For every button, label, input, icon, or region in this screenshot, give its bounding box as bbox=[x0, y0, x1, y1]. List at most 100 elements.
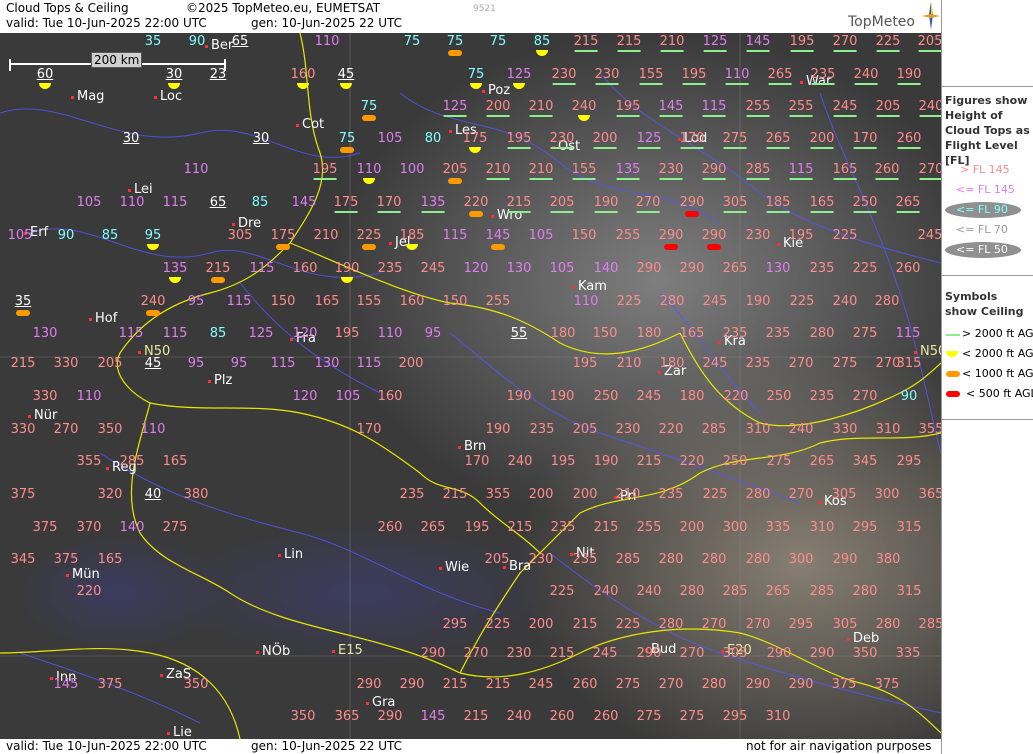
cloud-top-value: 170 bbox=[679, 131, 705, 149]
cloud-top-value: 85 bbox=[533, 34, 551, 49]
cloud-top-value: 85 bbox=[101, 228, 119, 243]
cloud-top-value: 230 bbox=[615, 422, 641, 437]
cloud-top-value: 115 bbox=[895, 326, 921, 341]
cloud-top-value: 290 bbox=[745, 677, 771, 692]
cloud-top-value: 280 bbox=[701, 552, 727, 567]
cloud-top-value: 250 bbox=[766, 389, 792, 404]
ceiling-1000-marker bbox=[448, 178, 462, 184]
cloud-top-value: 205 bbox=[442, 162, 468, 177]
cloud-top-value: 200 bbox=[679, 520, 705, 535]
cloud-top-value: 235 bbox=[810, 67, 836, 85]
cloud-top-value: 215 bbox=[573, 34, 599, 52]
cloud-top-value: 270 bbox=[788, 356, 814, 371]
city-label: Nür bbox=[27, 408, 58, 423]
cloud-top-value: 210 bbox=[616, 356, 642, 371]
cloud-top-value: 230 bbox=[745, 228, 771, 243]
cloud-top-value: 195 bbox=[506, 131, 532, 149]
legend-ceil-2000p: > 2000 ft AGL bbox=[962, 327, 1033, 340]
cloud-top-value: 250 bbox=[722, 454, 748, 469]
cloud-top-value: 285 bbox=[918, 617, 941, 632]
gen-time: gen: 10-Jun-2025 22 UTC bbox=[251, 16, 403, 30]
cloud-top-value: 220 bbox=[679, 454, 705, 469]
cloud-top-value: 375 bbox=[97, 677, 123, 692]
cloud-top-value: 110 bbox=[356, 162, 382, 177]
cloud-top-value: 90 bbox=[900, 389, 918, 404]
cloud-top-value: 225 bbox=[852, 261, 878, 276]
cloud-top-value: 105 bbox=[549, 261, 575, 276]
cloud-top-value: 115 bbox=[162, 195, 188, 210]
city-label: Ber bbox=[204, 38, 234, 53]
chart-title: Cloud Tops & Ceiling bbox=[6, 1, 129, 15]
cloud-top-value: 225 bbox=[789, 294, 815, 309]
cloud-top-value: 270 bbox=[635, 195, 661, 213]
cloud-top-value: 200 bbox=[528, 617, 554, 632]
cloud-top-value: 190 bbox=[745, 294, 771, 309]
cloud-top-value: 205 bbox=[549, 195, 575, 213]
cloud-top-value: 115 bbox=[356, 356, 382, 371]
cloud-top-value: 270 bbox=[852, 389, 878, 404]
cloud-top-value: 130 bbox=[506, 261, 532, 276]
ceiling-1000-marker bbox=[448, 50, 462, 56]
cloud-top-value: 140 bbox=[593, 261, 619, 276]
cloud-top-value: 110 bbox=[140, 422, 166, 437]
cloud-top-value: 310 bbox=[765, 709, 791, 724]
cloud-top-value: 275 bbox=[615, 677, 641, 692]
cloud-top-value: 165 bbox=[162, 454, 188, 469]
cloud-top-value: 170 bbox=[464, 454, 490, 469]
cloud-top-value: 165 bbox=[97, 552, 123, 567]
cloud-top-value: 200 bbox=[528, 487, 554, 502]
cloud-top-value: 200 bbox=[572, 487, 598, 502]
cloud-top-value: 275 bbox=[722, 131, 748, 149]
cloud-top-value: 260 bbox=[896, 131, 922, 149]
cloud-top-value: 240 bbox=[919, 100, 941, 117]
cloud-top-value: 270 bbox=[463, 646, 489, 661]
cloud-top-value: 290 bbox=[636, 646, 662, 661]
cloud-top-value: 195 bbox=[788, 228, 814, 243]
cloud-top-value: 315 bbox=[896, 356, 922, 371]
cloud-top-value: 375 bbox=[10, 487, 36, 502]
cloud-top-value: 230 bbox=[594, 67, 620, 85]
ceiling-500-swatch bbox=[946, 391, 960, 397]
cloud-top-value: 100 bbox=[399, 162, 425, 177]
cloud-top-value: 240 bbox=[140, 294, 166, 309]
cloud-top-value: 55 bbox=[510, 326, 528, 341]
legend-fl-high: > FL 145 bbox=[960, 163, 1010, 176]
city-label: Deb bbox=[846, 631, 880, 646]
cloud-top-value: 285 bbox=[701, 422, 727, 437]
legend-panel: Figures show Height of Cloud Tops as Fli… bbox=[941, 0, 1033, 754]
ceiling-1000-marker bbox=[362, 115, 376, 121]
cloud-top-value: 250 bbox=[593, 389, 619, 404]
cloud-top-value: 290 bbox=[420, 646, 446, 661]
cloud-top-value: 115 bbox=[118, 326, 144, 341]
cloud-top-value: 195 bbox=[550, 454, 576, 469]
cloud-top-value: 30 bbox=[252, 131, 270, 146]
cloud-top-value: 60 bbox=[36, 67, 54, 82]
ceiling-1000-marker bbox=[469, 211, 483, 217]
cloud-top-value: 145 bbox=[485, 228, 511, 243]
cloud-top-value: 205 bbox=[484, 552, 510, 567]
cloud-top-value: 90 bbox=[57, 228, 75, 243]
cloud-top-value: 245 bbox=[592, 646, 618, 661]
city-label: Plz bbox=[207, 373, 233, 388]
satellite-map[interactable]: 200 km Ber Mag Loc Cot Poz War Les Ost Lod Lei Dre… bbox=[0, 33, 941, 739]
cloud-top-value: 210 bbox=[485, 162, 511, 180]
cloud-top-value: 125 bbox=[702, 34, 728, 52]
city-label: Hof bbox=[88, 311, 118, 326]
legend-fl-50: <= FL 50 bbox=[956, 243, 1008, 256]
cloud-top-value: 205 bbox=[917, 34, 941, 52]
copyright: ©2025 TopMeteo.eu, EUMETSAT bbox=[186, 1, 381, 15]
cloud-top-value: 285 bbox=[809, 584, 835, 599]
cloud-top-value: 220 bbox=[723, 389, 749, 404]
cloud-top-value: 260 bbox=[895, 261, 921, 276]
cloud-top-value: 110 bbox=[76, 389, 102, 404]
cloud-top-value: 225 bbox=[702, 487, 728, 502]
cloud-top-value: 95 bbox=[424, 326, 442, 341]
cloud-top-value: 210 bbox=[528, 99, 554, 117]
cloud-top-value: 300 bbox=[788, 552, 814, 567]
cloud-top-value: 235 bbox=[809, 261, 835, 276]
cloud-top-value: 330 bbox=[53, 356, 79, 371]
cloud-top-value: 135 bbox=[162, 261, 188, 276]
cloud-top-value: 215 bbox=[507, 520, 533, 535]
cloud-top-value: 165 bbox=[809, 195, 835, 213]
cloud-top-value: 270 bbox=[679, 646, 705, 661]
